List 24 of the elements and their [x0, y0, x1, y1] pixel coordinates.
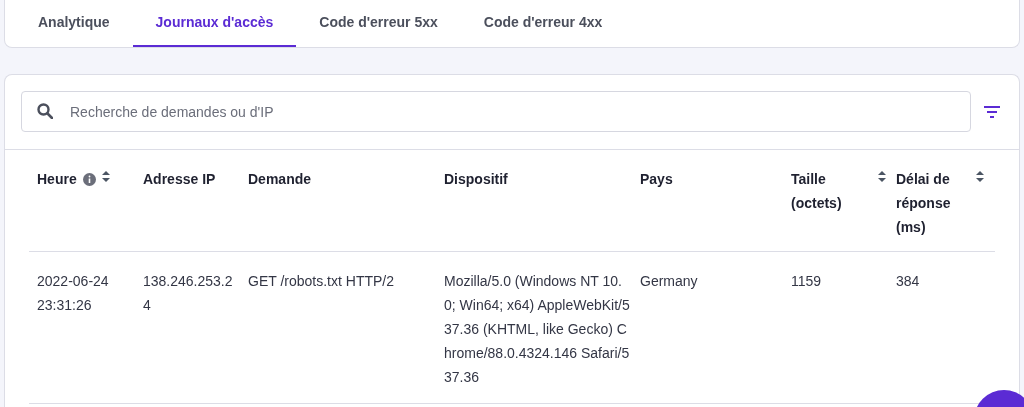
table-cell: 138.246.253.24 — [143, 273, 233, 313]
table-cell: GET /robots.txt HTTP/2 — [248, 273, 394, 289]
search-field[interactable]: Recherche de demandes ou d'IP — [21, 91, 971, 132]
column-header[interactable]: Demande — [248, 167, 444, 239]
sort-icon[interactable] — [101, 171, 110, 182]
tab[interactable]: Journaux d'accès — [132, 0, 297, 47]
sort-icon[interactable] — [976, 171, 984, 182]
table-cell: 2022-06-24 23:31:26 — [37, 273, 109, 313]
sort-icon[interactable] — [878, 171, 886, 182]
tab[interactable]: Code d'erreur 5xx — [296, 0, 461, 47]
column-header[interactable]: Taille (octets) — [791, 167, 896, 239]
tab[interactable]: Code d'erreur 4xx — [460, 0, 626, 47]
tab[interactable]: Analytique — [15, 0, 133, 47]
column-header[interactable]: Pays — [640, 167, 791, 239]
info-icon — [82, 173, 96, 186]
table-cell: 1159 — [791, 273, 822, 289]
table-cell: 384 — [896, 273, 920, 289]
column-header[interactable]: Délai de réponse (ms) — [896, 167, 994, 239]
table-cell: Mozilla/5.0 (Windows NT 10.0; Win64; x64) AppleWebKit/537.36 (KHTML, like Gecko) Chrome/88.0.4324.146 Safari/537.36 — [444, 273, 630, 385]
column-header[interactable]: Heure — [37, 167, 143, 239]
search-icon — [37, 103, 53, 119]
column-header[interactable]: Adresse IP — [143, 167, 248, 239]
table-cell: Germany — [640, 273, 698, 289]
column-header[interactable]: Dispositif — [444, 167, 640, 239]
